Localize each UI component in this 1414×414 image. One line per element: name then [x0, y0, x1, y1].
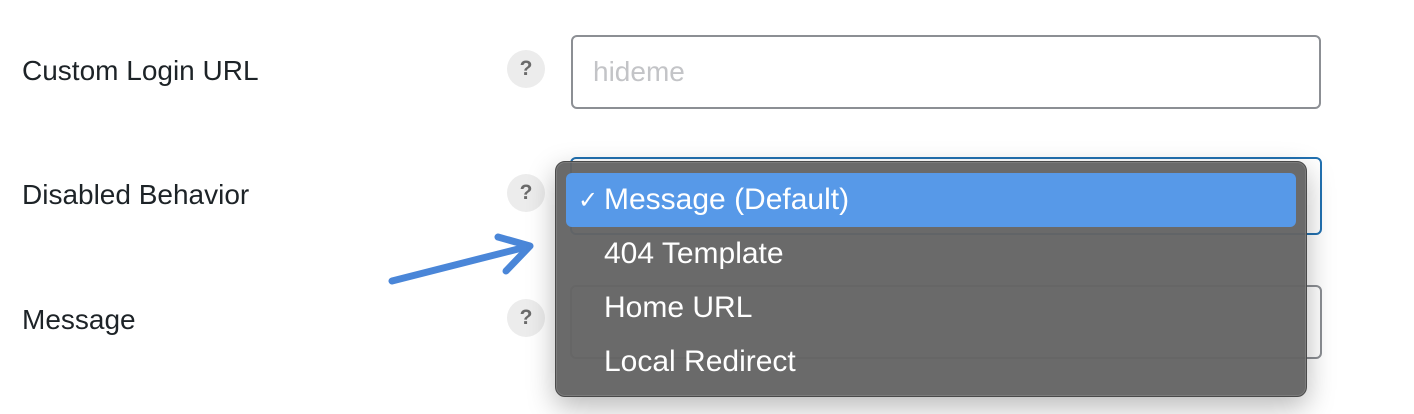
dropdown-option-404-template[interactable]: 404 Template: [566, 227, 1296, 281]
dropdown-option-label: 404 Template: [604, 237, 784, 270]
dropdown-option-local-redirect[interactable]: Local Redirect: [566, 335, 1296, 389]
dropdown-option-message-default[interactable]: ✓ Message (Default): [566, 173, 1296, 227]
dropdown-option-label: Home URL: [604, 291, 753, 324]
dropdown-option-home-url[interactable]: Home URL: [566, 281, 1296, 335]
custom-login-url-input[interactable]: [571, 35, 1321, 109]
dropdown-option-label: Message (Default): [604, 183, 850, 216]
custom-login-url-label: Custom Login URL: [22, 55, 259, 86]
custom-login-url-help-icon[interactable]: ?: [507, 50, 545, 88]
disabled-behavior-help-icon[interactable]: ?: [507, 174, 545, 212]
dropdown-option-label: Local Redirect: [604, 345, 796, 378]
disabled-behavior-dropdown-menu: ✓ Message (Default) 404 Template Home UR…: [555, 161, 1307, 397]
message-label: Message: [22, 304, 136, 335]
disabled-behavior-label: Disabled Behavior: [22, 179, 250, 210]
pointer-arrow-icon: [388, 233, 534, 285]
checkmark-icon: ✓: [578, 186, 599, 214]
message-help-icon[interactable]: ?: [507, 299, 545, 337]
